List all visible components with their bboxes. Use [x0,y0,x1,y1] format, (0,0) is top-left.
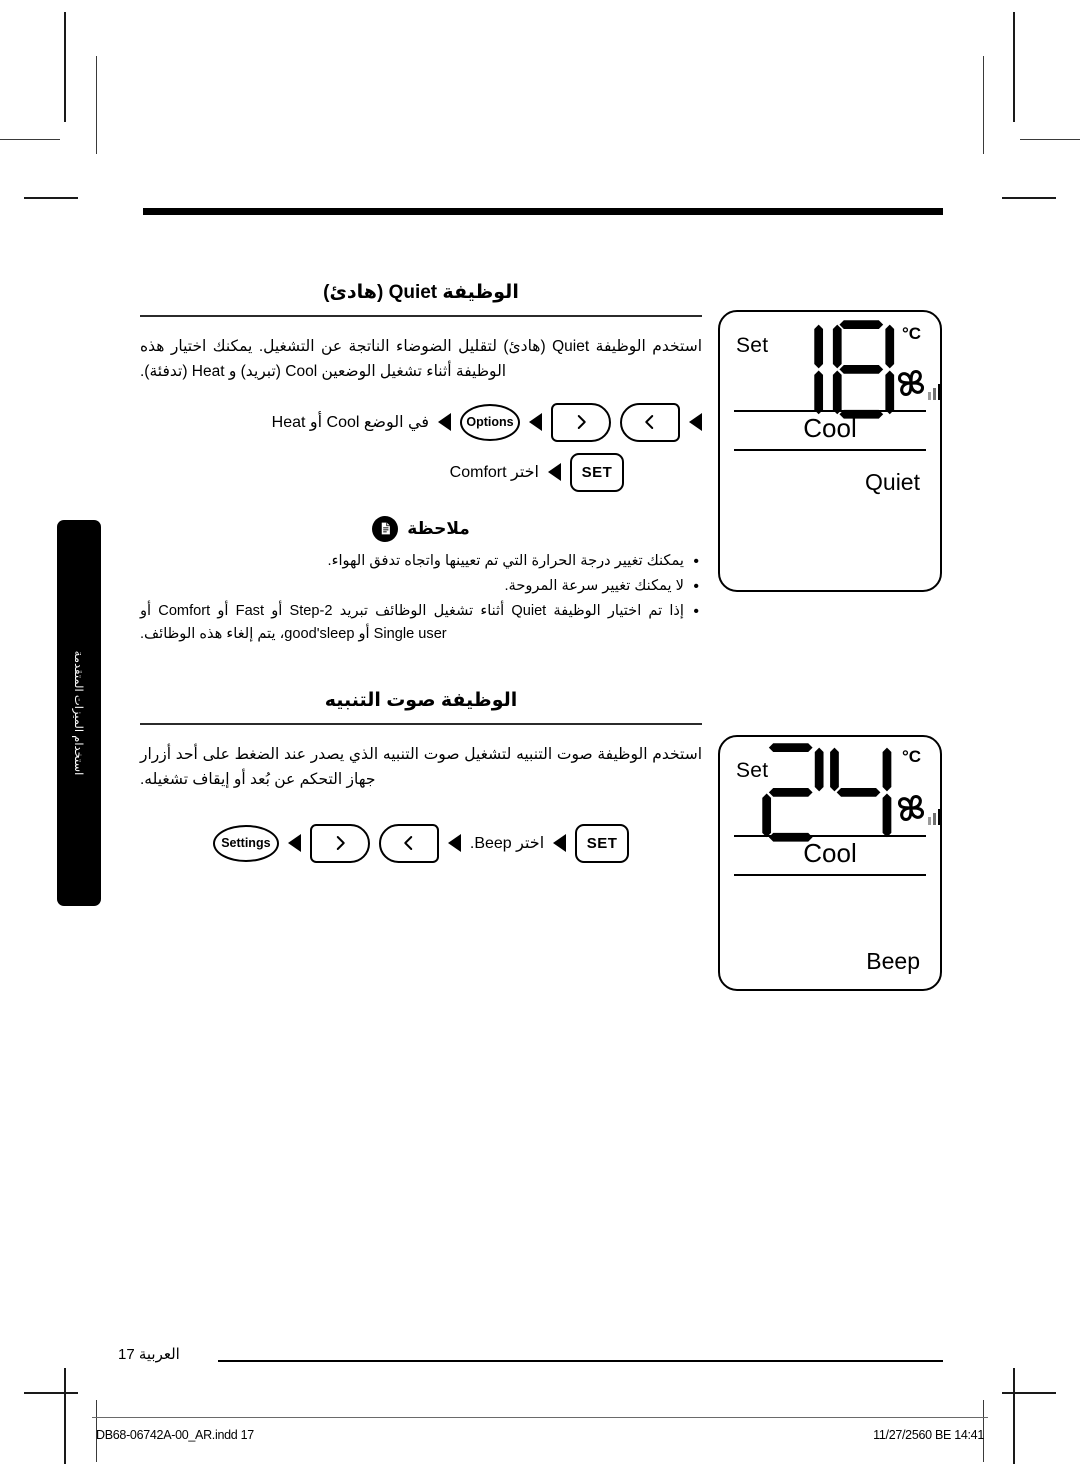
display-separator-2 [734,448,926,451]
note-list: يمكنك تغيير درجة الحرارة التي تم تعيينها… [140,549,702,646]
section-heading-rule [140,722,702,725]
step-arrow-icon [529,413,542,432]
header-rule [143,208,943,215]
right-arrow-button[interactable] [309,823,370,863]
display-top-row: Set °C [720,312,941,419]
section-body-beep: استخدم الوظيفة صوت التنبيه لتشغيل صوت ال… [140,745,702,788]
footer-divider [92,1417,988,1418]
chevron-right-icon [577,415,586,430]
footer-timestamp: 11/27/2560 BE 14:41 [873,1428,984,1442]
display-set-label: Set [736,334,769,357]
page-number: العربية 17 [118,1346,180,1363]
fan-bar-2 [933,388,936,400]
note-item: يمكنك تغيير درجة الحرارة التي تم تعيينها… [140,549,702,574]
section-heading-quiet: الوظيفة Quiet (هادئ) [323,282,519,303]
note-document-icon [372,515,399,542]
step-label-1: في الوضع Cool أو Heat [271,414,429,432]
crop-mark-bottom-left-horizontal [24,1392,78,1394]
footer-rule [218,1360,943,1362]
set-button[interactable]: SET [570,452,624,492]
crop-mark-top-right-vertical [1013,12,1015,122]
display-beep: Set °C Cool Beep [718,735,942,991]
step-label-2: اختر Comfort [449,464,539,482]
display-unit: °C [902,747,922,766]
display-separator-2 [734,873,926,876]
chevron-right-icon [336,836,345,851]
left-arrow-button[interactable] [378,823,439,863]
crop-mark-top-right-horizontal-2 [1002,197,1056,199]
fan-bar-1 [928,817,931,825]
step-sequence-quiet: Options في الوضع Cool أو Heat SET اختر C… [140,402,702,492]
note-title: ملاحظة [407,518,470,538]
chapter-side-tab-label: استخدام الميزات المتقدمة [72,650,84,776]
step-arrow-icon [689,413,702,432]
fan-bar-2 [933,813,936,825]
chevron-left-icon [645,415,654,430]
crop-mark-top-right-inner-vertical [983,56,985,154]
display-unit: °C [902,324,922,343]
section-heading-rule [140,314,702,317]
step-arrow-icon [553,834,567,853]
fan-bar-3 [938,384,941,400]
fan-speed-bars [928,809,941,825]
options-button[interactable]: Options [460,403,520,441]
crop-mark-top-left-inner-vertical [96,56,98,154]
step-row-1: Options في الوضع Cool أو Heat [140,402,702,442]
crop-mark-bottom-left-vertical [64,1368,66,1464]
crop-mark-top-right-horizontal [1020,139,1080,141]
display-top-row: Set °C [720,737,941,842]
chevron-left-icon [404,836,413,851]
document-glyph-icon [381,522,390,535]
step-sequence-beep: SET اختر Beep. Settings [140,823,702,863]
crop-mark-top-left-horizontal-2 [24,197,78,199]
chapter-side-tab: استخدام الميزات المتقدمة [57,520,101,906]
display-feature: Quiet [865,468,920,495]
step-arrow-icon [447,834,461,853]
step-row-2: SET اختر Comfort [140,452,624,492]
step-arrow-icon [287,834,301,853]
step-arrow-icon [438,413,451,432]
section-heading-beep: الوظيفة صوت التنبيه [324,690,518,712]
content-column: الوظيفة Quiet (هادئ) استخدم الوظيفة Quie… [140,280,702,874]
crop-mark-top-left-horizontal [0,139,60,141]
note-item: لا يمكنك تغيير سرعة المروحة. [140,574,702,599]
display-quiet: Set °C Cool Quiet [718,310,942,592]
fan-bar-3 [938,809,941,825]
step-label-1: اختر Beep. [469,835,545,853]
footer-file-name: DB68-06742A-00_AR.indd 17 [96,1428,254,1442]
step-row-1: SET اختر Beep. Settings [140,823,702,863]
note-header: ملاحظة [140,515,702,542]
display-feature: Beep [866,947,920,974]
right-arrow-button[interactable] [551,402,611,442]
crop-mark-bottom-right-vertical [1013,1368,1015,1464]
set-button[interactable]: SET [575,823,630,863]
left-arrow-button[interactable] [620,402,680,442]
fan-speed-bars [928,384,941,400]
note-item: إذا تم اختيار الوظيفة Quiet أثناء تشغيل … [140,599,702,646]
fan-bar-1 [928,392,931,400]
step-arrow-icon [548,463,561,482]
crop-mark-top-left-vertical [64,12,66,122]
settings-button[interactable]: Settings [212,824,279,862]
crop-mark-bottom-right-horizontal [1002,1392,1056,1394]
display-temperature-digits [762,743,892,842]
section-body-quiet: استخدم الوظيفة Quiet (هادئ) لتقليل الضوض… [140,337,702,380]
